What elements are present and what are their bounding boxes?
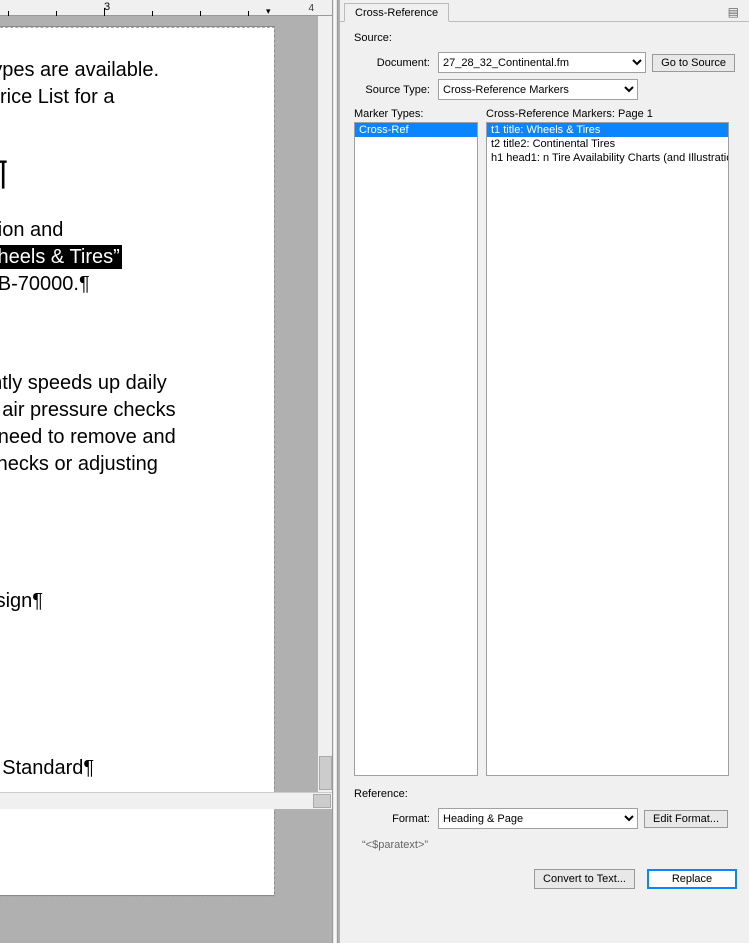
format-select[interactable]: Heading & Page [438, 808, 638, 829]
list-item[interactable]: t1 title: Wheels & Tires [487, 123, 728, 137]
document-area: 3 ▾ 4 d types are available. 4 Price Lis… [0, 0, 342, 943]
panel-tab-bar: Cross-Reference ▤ [340, 0, 749, 22]
reference-label: Reference: [354, 788, 735, 800]
body-text[interactable]: e checks or adjusting [0, 451, 244, 478]
body-text[interactable]: cantly speeds up daily [0, 370, 244, 397]
panel-resize-handle[interactable] [332, 0, 338, 943]
convert-to-text-button[interactable]: Convert to Text... [534, 869, 635, 889]
xref-markers-column: Cross-Reference Markers: Page 1 t1 title… [486, 108, 729, 776]
list-pair: Marker Types: Cross-Ref Cross-Reference … [354, 108, 735, 776]
heading-text[interactable]: s¶ [0, 151, 244, 197]
marker-types-label: Marker Types: [354, 108, 478, 120]
cross-reference-highlight[interactable]: “Wheels & Tires” [0, 245, 122, 269]
document-content[interactable]: d types are available. 4 Price List for … [0, 41, 244, 782]
replace-button[interactable]: Replace [647, 869, 737, 889]
body-text[interactable]: Design¶ [0, 588, 244, 615]
list-item[interactable]: t2 title2: Continental Tires [487, 137, 728, 151]
list-item[interactable]: Cross-Ref [355, 123, 477, 137]
marker-types-column: Marker Types: Cross-Ref [354, 108, 478, 776]
scrollbar-thumb[interactable] [319, 756, 332, 790]
document-row: Document: 27_28_32_Continental.fm Go to … [354, 52, 735, 73]
list-item[interactable]: h1 head1: n Tire Availability Charts (an… [487, 151, 728, 165]
scrollbar-thumb[interactable] [313, 794, 331, 808]
source-type-row: Source Type: Cross-Reference Markers [354, 79, 735, 100]
xref-markers-label: Cross-Reference Markers: Page 1 [486, 108, 729, 120]
format-row: Format: Heading & Page Edit Format... [354, 808, 735, 829]
body-text[interactable]: d types are available. [0, 57, 244, 84]
body-text[interactable]: 4 Price List for a [0, 84, 244, 111]
xref-markers-list[interactable]: t1 title: Wheels & Tires t2 title2: Cont… [486, 122, 729, 776]
body-text[interactable]: PDB-70000.¶ [0, 271, 244, 298]
panel-menu-icon[interactable]: ▤ [724, 3, 743, 21]
format-label: Format: [354, 813, 438, 825]
body-text[interactable]: ne need to remove and [0, 424, 244, 451]
marker-types-list[interactable]: Cross-Ref [354, 122, 478, 776]
format-preview: “<$paratext>” [354, 835, 735, 855]
document-page[interactable]: d types are available. 4 Price List for … [0, 26, 275, 896]
document-select[interactable]: 27_28_32_Continental.fm [438, 52, 646, 73]
body-text[interactable]: nal air pressure checks [0, 397, 244, 424]
action-button-row: Convert to Text... Replace [340, 863, 749, 895]
document-horizontal-scrollbar[interactable] [0, 792, 332, 809]
reference-section: Reference: Format: Heading & Page Edit F… [354, 788, 735, 855]
go-to-source-button[interactable]: Go to Source [652, 54, 735, 72]
body-text[interactable]: del Standard¶ [0, 755, 244, 782]
horizontal-ruler[interactable]: 3 ▾ 4 [0, 0, 332, 16]
body-text[interactable]: nation and [0, 217, 244, 244]
cross-reference-panel: Cross-Reference ▤ Source: Document: 27_2… [340, 0, 749, 943]
source-type-select[interactable]: Cross-Reference Markers [438, 79, 638, 100]
source-section-label: Source: [354, 32, 735, 44]
body-text[interactable]: “Wheels & Tires” [0, 244, 244, 271]
edit-format-button[interactable]: Edit Format... [644, 810, 728, 828]
panel-body: Source: Document: 27_28_32_Continental.f… [340, 22, 749, 863]
ruler-tab-marker[interactable]: ▾ [266, 6, 271, 17]
document-label: Document: [354, 57, 438, 69]
source-type-label: Source Type: [354, 84, 438, 96]
tab-cross-reference[interactable]: Cross-Reference [344, 3, 449, 22]
ruler-tick-4: 4 [308, 3, 314, 14]
